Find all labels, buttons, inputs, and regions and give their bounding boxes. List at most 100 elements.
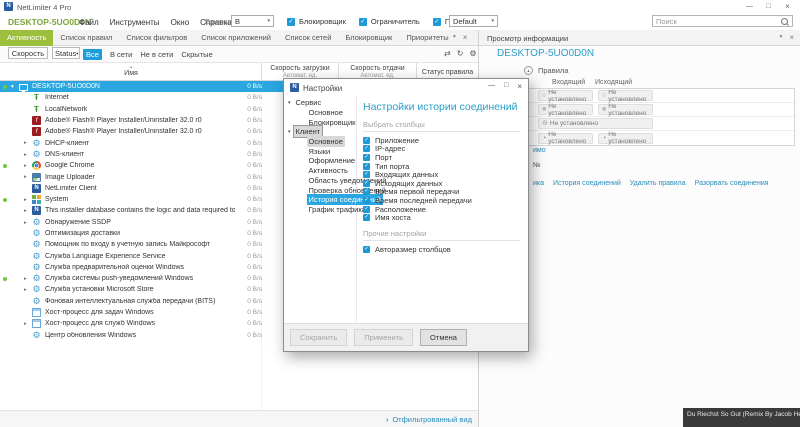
column-checkbox-row[interactable]: Время первой передачи	[363, 188, 520, 197]
tab[interactable]: Список фильтров	[119, 30, 194, 46]
row-name: Adobe® Flash® Player Installer/Uninstall…	[45, 128, 202, 135]
search-box[interactable]	[652, 15, 793, 27]
checkbox-checked-icon[interactable]	[363, 214, 370, 221]
info-panel-title[interactable]: DESKTOP-5UO0D0N	[497, 48, 594, 59]
settings-tree-item[interactable]: График трафика	[284, 205, 356, 215]
state-filter[interactable]: В сети	[110, 50, 132, 59]
speed-button[interactable]: Скорость	[8, 47, 48, 59]
status-dropdown[interactable]: Status	[52, 47, 80, 59]
search-icon[interactable]	[781, 18, 788, 25]
expand-arrow-icon[interactable]	[24, 163, 27, 169]
clipped-link-fragment[interactable]: имо	[533, 147, 546, 154]
autosize-checkbox-row[interactable]: Авторазмер столбцов	[363, 245, 520, 254]
checkbox-checked-icon[interactable]	[287, 18, 295, 26]
dialog-button[interactable]: Применить	[354, 329, 413, 346]
rule-badge[interactable]: Не установлено	[538, 90, 593, 101]
dialog-button[interactable]: Сохранить	[290, 329, 347, 346]
checkbox-checked-icon[interactable]	[363, 180, 370, 187]
column-checkbox-row[interactable]: Имя хоста	[363, 213, 520, 222]
column-checkbox-row[interactable]: Тип порта	[363, 162, 520, 171]
action-link[interactable]: История соединений	[553, 180, 621, 187]
column-checkbox-row[interactable]: Исходящих данных	[363, 179, 520, 188]
column-header-rule-status[interactable]: Статус правила	[417, 63, 478, 76]
rule-badge[interactable]: Не установлено	[538, 118, 653, 129]
chevron-down-icon[interactable]	[453, 34, 456, 42]
expand-arrow-icon[interactable]	[24, 140, 27, 146]
minimize-icon[interactable]	[740, 1, 759, 13]
checkbox-checked-icon[interactable]	[363, 188, 370, 195]
filtered-view-link[interactable]: Отфильтрованный вид	[386, 415, 472, 424]
state-filter[interactable]: Не в сети	[140, 50, 173, 59]
expand-arrow-icon[interactable]	[24, 152, 27, 158]
expand-arrow-icon[interactable]	[24, 321, 27, 327]
close-icon[interactable]	[517, 82, 522, 91]
checkbox-checked-icon[interactable]	[363, 163, 370, 170]
column-checkbox-row[interactable]: Расположение	[363, 205, 520, 214]
units-dropdown[interactable]: B	[231, 15, 274, 27]
expand-arrow-icon[interactable]	[11, 84, 14, 90]
action-link[interactable]: Разорвать соединения	[695, 180, 769, 187]
checkbox-checked-icon[interactable]	[363, 197, 370, 204]
checkbox-checked-icon[interactable]	[363, 137, 370, 144]
tab[interactable]: Список сетей	[278, 30, 338, 46]
column-header-upload[interactable]: Скорость отдачи Автомат. ед.	[339, 63, 416, 79]
expand-arrow-icon[interactable]	[24, 287, 27, 293]
right-panel-tab-controls	[780, 34, 794, 42]
column-checkbox-row[interactable]: Время последней передачи	[363, 196, 520, 205]
column-checkbox-row[interactable]: IP-адрес	[363, 145, 520, 154]
expand-arrow-icon[interactable]	[24, 208, 27, 214]
state-filter[interactable]: Все	[83, 49, 102, 60]
expand-arrow-icon[interactable]	[24, 276, 27, 282]
state-filter[interactable]: Скрытые	[181, 50, 212, 59]
checkbox-checked-icon[interactable]	[359, 18, 367, 26]
column-header-name[interactable]: Имя	[0, 63, 262, 82]
feature-toggle[interactable]: Ограничитель	[359, 17, 420, 26]
checkbox-checked-icon[interactable]	[363, 246, 370, 253]
menu-item[interactable]: Инструменты	[110, 18, 160, 27]
expand-arrow-icon[interactable]	[24, 197, 27, 203]
close-icon[interactable]	[463, 34, 468, 42]
collapse-up-icon[interactable]	[524, 66, 533, 75]
column-header-download[interactable]: Скорость загрузки Автомат. ед.	[262, 63, 338, 79]
profile-dropdown[interactable]: Default	[449, 15, 498, 27]
expand-arrow-icon[interactable]	[24, 220, 27, 226]
checkbox-checked-icon[interactable]	[363, 206, 370, 213]
action-link[interactable]: Удалить правила	[630, 180, 686, 187]
rule-badge[interactable]: Не установлено	[598, 133, 653, 144]
chevron-down-icon[interactable]	[780, 34, 783, 42]
close-icon[interactable]	[778, 1, 797, 13]
checkbox-checked-icon[interactable]	[363, 145, 370, 152]
rule-badge[interactable]: Не установлено	[538, 133, 593, 144]
tab-info-view[interactable]: Просмотр информации	[487, 34, 568, 43]
rule-badge[interactable]: Не установлено	[538, 104, 593, 115]
maximize-icon[interactable]	[504, 82, 508, 91]
feature-toggle[interactable]: Блокировщик	[287, 17, 346, 26]
tab[interactable]: Приоритеты	[399, 30, 455, 46]
checkbox-checked-icon[interactable]	[363, 171, 370, 178]
rules-section-header[interactable]: Правила	[524, 66, 568, 75]
tab[interactable]: Список правил	[53, 30, 119, 46]
close-icon[interactable]	[789, 34, 794, 42]
column-checkbox-row[interactable]: Приложение	[363, 136, 520, 145]
maximize-icon[interactable]	[759, 1, 778, 13]
tab[interactable]: Активность	[0, 30, 53, 46]
checkbox-checked-icon[interactable]	[433, 18, 441, 26]
rule-badge[interactable]: Не установлено	[598, 90, 653, 101]
gear-icon[interactable]	[469, 49, 476, 58]
tab[interactable]: Блокировщик	[338, 30, 399, 46]
tab[interactable]: Список приложений	[194, 30, 278, 46]
column-checkbox-row[interactable]: Входящих данных	[363, 170, 520, 179]
menu-item[interactable]: Окно	[171, 18, 190, 27]
column-checkbox-row[interactable]: Порт	[363, 153, 520, 162]
menu-item[interactable]: Файл	[79, 18, 99, 27]
action-link[interactable]: ика	[533, 180, 544, 187]
rule-badge[interactable]: Не установлено	[598, 104, 653, 115]
dialog-titlebar[interactable]: Настройки	[284, 79, 528, 96]
refresh-icon[interactable]	[457, 49, 464, 58]
dialog-button[interactable]: Отмена	[420, 329, 467, 346]
search-input[interactable]	[653, 17, 781, 26]
checkbox-checked-icon[interactable]	[363, 154, 370, 161]
expand-arrow-icon[interactable]	[24, 174, 27, 180]
minimize-icon[interactable]	[488, 82, 495, 91]
transfer-arrows-icon[interactable]	[444, 49, 451, 58]
